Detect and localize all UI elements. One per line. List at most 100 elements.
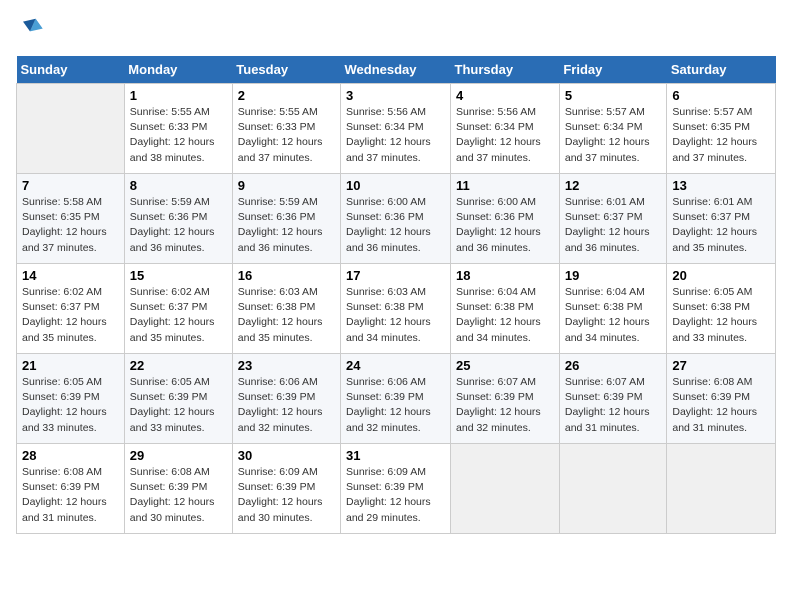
day-number: 6 bbox=[672, 88, 770, 103]
logo bbox=[16, 16, 48, 44]
day-info: Sunrise: 5:57 AM Sunset: 6:34 PM Dayligh… bbox=[565, 105, 662, 166]
day-info: Sunrise: 5:58 AM Sunset: 6:35 PM Dayligh… bbox=[22, 195, 119, 256]
day-number: 16 bbox=[238, 268, 335, 283]
day-number: 4 bbox=[456, 88, 554, 103]
calendar-cell bbox=[17, 84, 125, 174]
day-info: Sunrise: 6:00 AM Sunset: 6:36 PM Dayligh… bbox=[456, 195, 554, 256]
day-number: 2 bbox=[238, 88, 335, 103]
day-number: 10 bbox=[346, 178, 445, 193]
calendar-cell: 14 Sunrise: 6:02 AM Sunset: 6:37 PM Dayli… bbox=[17, 264, 125, 354]
calendar-cell: 17 Sunrise: 6:03 AM Sunset: 6:38 PM Dayli… bbox=[341, 264, 451, 354]
day-number: 19 bbox=[565, 268, 662, 283]
calendar-cell: 5 Sunrise: 5:57 AM Sunset: 6:34 PM Daylig… bbox=[559, 84, 667, 174]
day-number: 25 bbox=[456, 358, 554, 373]
day-number: 20 bbox=[672, 268, 770, 283]
calendar-cell: 23 Sunrise: 6:06 AM Sunset: 6:39 PM Dayli… bbox=[232, 354, 340, 444]
day-info: Sunrise: 6:08 AM Sunset: 6:39 PM Dayligh… bbox=[130, 465, 227, 526]
calendar-cell: 4 Sunrise: 5:56 AM Sunset: 6:34 PM Daylig… bbox=[451, 84, 560, 174]
day-info: Sunrise: 6:06 AM Sunset: 6:39 PM Dayligh… bbox=[238, 375, 335, 436]
calendar-cell bbox=[559, 444, 667, 534]
day-info: Sunrise: 6:08 AM Sunset: 6:39 PM Dayligh… bbox=[672, 375, 770, 436]
calendar-cell: 27 Sunrise: 6:08 AM Sunset: 6:39 PM Dayli… bbox=[667, 354, 776, 444]
day-info: Sunrise: 6:09 AM Sunset: 6:39 PM Dayligh… bbox=[238, 465, 335, 526]
calendar-cell: 16 Sunrise: 6:03 AM Sunset: 6:38 PM Dayli… bbox=[232, 264, 340, 354]
day-info: Sunrise: 5:59 AM Sunset: 6:36 PM Dayligh… bbox=[238, 195, 335, 256]
day-number: 29 bbox=[130, 448, 227, 463]
day-number: 27 bbox=[672, 358, 770, 373]
week-row-1: 1 Sunrise: 5:55 AM Sunset: 6:33 PM Daylig… bbox=[17, 84, 776, 174]
calendar-cell: 21 Sunrise: 6:05 AM Sunset: 6:39 PM Dayli… bbox=[17, 354, 125, 444]
day-number: 3 bbox=[346, 88, 445, 103]
day-number: 26 bbox=[565, 358, 662, 373]
day-info: Sunrise: 5:56 AM Sunset: 6:34 PM Dayligh… bbox=[456, 105, 554, 166]
calendar-cell: 6 Sunrise: 5:57 AM Sunset: 6:35 PM Daylig… bbox=[667, 84, 776, 174]
calendar-cell: 2 Sunrise: 5:55 AM Sunset: 6:33 PM Daylig… bbox=[232, 84, 340, 174]
calendar-cell: 1 Sunrise: 5:55 AM Sunset: 6:33 PM Daylig… bbox=[124, 84, 232, 174]
day-info: Sunrise: 6:06 AM Sunset: 6:39 PM Dayligh… bbox=[346, 375, 445, 436]
day-number: 7 bbox=[22, 178, 119, 193]
day-number: 17 bbox=[346, 268, 445, 283]
day-info: Sunrise: 6:07 AM Sunset: 6:39 PM Dayligh… bbox=[565, 375, 662, 436]
logo-icon bbox=[16, 16, 44, 44]
day-number: 23 bbox=[238, 358, 335, 373]
day-number: 28 bbox=[22, 448, 119, 463]
day-info: Sunrise: 6:05 AM Sunset: 6:39 PM Dayligh… bbox=[22, 375, 119, 436]
day-number: 14 bbox=[22, 268, 119, 283]
day-info: Sunrise: 6:04 AM Sunset: 6:38 PM Dayligh… bbox=[565, 285, 662, 346]
calendar-cell: 9 Sunrise: 5:59 AM Sunset: 6:36 PM Daylig… bbox=[232, 174, 340, 264]
calendar-cell: 25 Sunrise: 6:07 AM Sunset: 6:39 PM Dayli… bbox=[451, 354, 560, 444]
calendar-cell: 29 Sunrise: 6:08 AM Sunset: 6:39 PM Dayli… bbox=[124, 444, 232, 534]
day-info: Sunrise: 6:03 AM Sunset: 6:38 PM Dayligh… bbox=[238, 285, 335, 346]
day-number: 21 bbox=[22, 358, 119, 373]
calendar-cell: 3 Sunrise: 5:56 AM Sunset: 6:34 PM Daylig… bbox=[341, 84, 451, 174]
day-info: Sunrise: 5:57 AM Sunset: 6:35 PM Dayligh… bbox=[672, 105, 770, 166]
day-info: Sunrise: 6:02 AM Sunset: 6:37 PM Dayligh… bbox=[130, 285, 227, 346]
calendar-cell: 24Sunrise: 6:06 AM Sunset: 6:39 PM Dayli… bbox=[341, 354, 451, 444]
week-row-5: 28 Sunrise: 6:08 AM Sunset: 6:39 PM Dayli… bbox=[17, 444, 776, 534]
day-number: 5 bbox=[565, 88, 662, 103]
weekday-wednesday: Wednesday bbox=[341, 56, 451, 84]
weekday-friday: Friday bbox=[559, 56, 667, 84]
calendar-header: SundayMondayTuesdayWednesdayThursdayFrid… bbox=[17, 56, 776, 84]
calendar-cell: 22Sunrise: 6:05 AM Sunset: 6:39 PM Dayli… bbox=[124, 354, 232, 444]
weekday-tuesday: Tuesday bbox=[232, 56, 340, 84]
day-number: 13 bbox=[672, 178, 770, 193]
day-info: Sunrise: 6:00 AM Sunset: 6:36 PM Dayligh… bbox=[346, 195, 445, 256]
day-number: 22 bbox=[130, 358, 227, 373]
day-info: Sunrise: 5:55 AM Sunset: 6:33 PM Dayligh… bbox=[130, 105, 227, 166]
calendar-cell: 18Sunrise: 6:04 AM Sunset: 6:38 PM Dayli… bbox=[451, 264, 560, 354]
calendar-cell: 20 Sunrise: 6:05 AM Sunset: 6:38 PM Dayli… bbox=[667, 264, 776, 354]
page-header bbox=[16, 16, 776, 44]
day-info: Sunrise: 6:05 AM Sunset: 6:38 PM Dayligh… bbox=[672, 285, 770, 346]
calendar-cell: 11 Sunrise: 6:00 AM Sunset: 6:36 PM Dayli… bbox=[451, 174, 560, 264]
calendar-body: 1 Sunrise: 5:55 AM Sunset: 6:33 PM Daylig… bbox=[17, 84, 776, 534]
day-info: Sunrise: 6:02 AM Sunset: 6:37 PM Dayligh… bbox=[22, 285, 119, 346]
week-row-3: 14 Sunrise: 6:02 AM Sunset: 6:37 PM Dayli… bbox=[17, 264, 776, 354]
day-info: Sunrise: 6:08 AM Sunset: 6:39 PM Dayligh… bbox=[22, 465, 119, 526]
calendar-cell: 19 Sunrise: 6:04 AM Sunset: 6:38 PM Dayli… bbox=[559, 264, 667, 354]
day-number: 8 bbox=[130, 178, 227, 193]
calendar-table: SundayMondayTuesdayWednesdayThursdayFrid… bbox=[16, 56, 776, 534]
day-info: Sunrise: 6:01 AM Sunset: 6:37 PM Dayligh… bbox=[672, 195, 770, 256]
day-number: 12 bbox=[565, 178, 662, 193]
day-info: Sunrise: 5:56 AM Sunset: 6:34 PM Dayligh… bbox=[346, 105, 445, 166]
weekday-sunday: Sunday bbox=[17, 56, 125, 84]
day-info: Sunrise: 5:55 AM Sunset: 6:33 PM Dayligh… bbox=[238, 105, 335, 166]
weekday-thursday: Thursday bbox=[451, 56, 560, 84]
calendar-cell: 13 Sunrise: 6:01 AM Sunset: 6:37 PM Dayli… bbox=[667, 174, 776, 264]
week-row-2: 7 Sunrise: 5:58 AM Sunset: 6:35 PM Daylig… bbox=[17, 174, 776, 264]
calendar-cell: 12Sunrise: 6:01 AM Sunset: 6:37 PM Dayli… bbox=[559, 174, 667, 264]
day-number: 31 bbox=[346, 448, 445, 463]
day-info: Sunrise: 5:59 AM Sunset: 6:36 PM Dayligh… bbox=[130, 195, 227, 256]
day-number: 1 bbox=[130, 88, 227, 103]
day-number: 11 bbox=[456, 178, 554, 193]
calendar-cell: 26 Sunrise: 6:07 AM Sunset: 6:39 PM Dayli… bbox=[559, 354, 667, 444]
day-number: 9 bbox=[238, 178, 335, 193]
day-number: 30 bbox=[238, 448, 335, 463]
day-info: Sunrise: 6:07 AM Sunset: 6:39 PM Dayligh… bbox=[456, 375, 554, 436]
day-info: Sunrise: 6:03 AM Sunset: 6:38 PM Dayligh… bbox=[346, 285, 445, 346]
calendar-cell: 7 Sunrise: 5:58 AM Sunset: 6:35 PM Daylig… bbox=[17, 174, 125, 264]
calendar-cell: 31Sunrise: 6:09 AM Sunset: 6:39 PM Dayli… bbox=[341, 444, 451, 534]
day-number: 15 bbox=[130, 268, 227, 283]
week-row-4: 21 Sunrise: 6:05 AM Sunset: 6:39 PM Dayli… bbox=[17, 354, 776, 444]
